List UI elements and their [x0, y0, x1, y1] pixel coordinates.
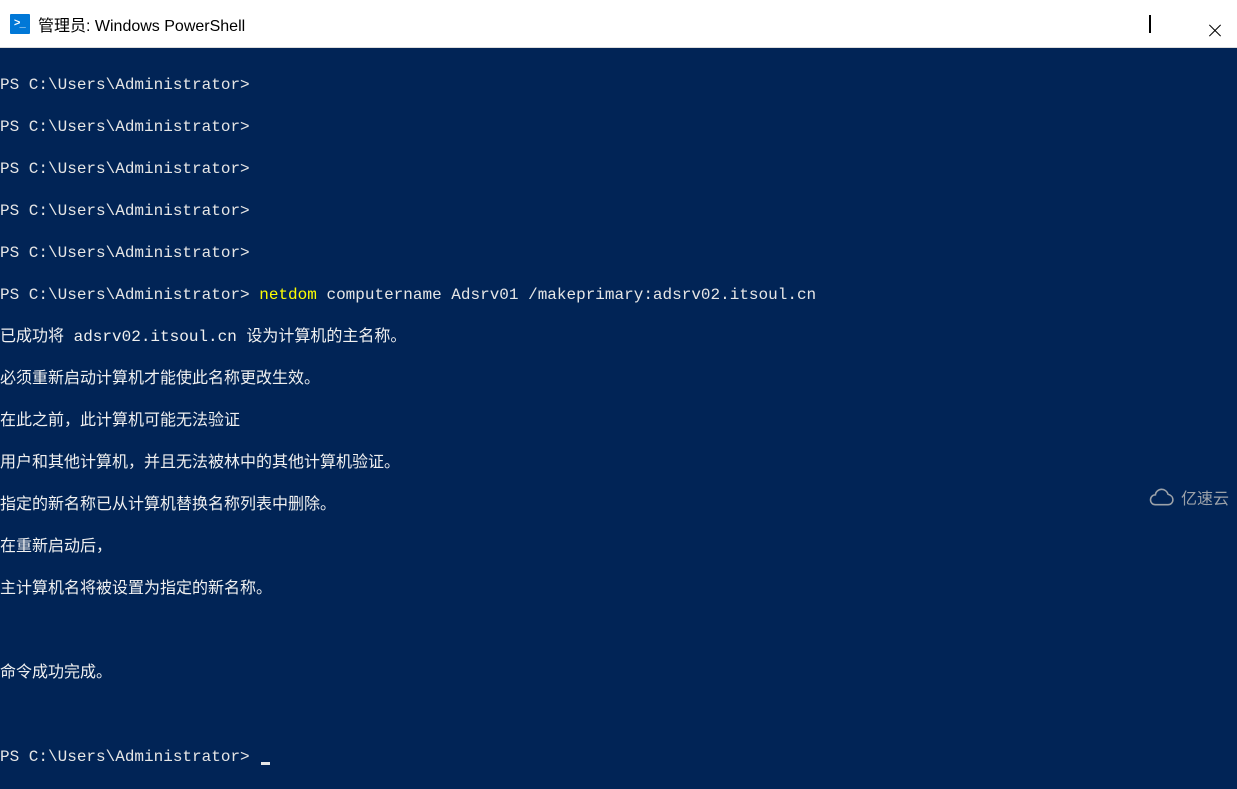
cursor	[261, 762, 270, 765]
watermark-text: 亿速云	[1181, 485, 1229, 509]
blank-line	[0, 621, 1237, 642]
prompt-line: PS C:\Users\Administrator>	[0, 75, 1237, 96]
minimize-button[interactable]	[1063, 0, 1121, 47]
command-line: PS C:\Users\Administrator> netdom comput…	[0, 285, 1237, 306]
final-prompt-line: PS C:\Users\Administrator>	[0, 747, 1237, 768]
powershell-icon-text: >_	[14, 18, 27, 29]
watermark: 亿速云	[1147, 485, 1229, 509]
prompt-line: PS C:\Users\Administrator>	[0, 159, 1237, 180]
prompt-line: PS C:\Users\Administrator>	[0, 117, 1237, 138]
powershell-icon: >_	[10, 14, 30, 34]
window-title: 管理员: Windows PowerShell	[38, 12, 245, 36]
terminal-content[interactable]: PS C:\Users\Administrator> PS C:\Users\A…	[0, 48, 1237, 789]
close-button[interactable]	[1179, 0, 1237, 47]
output-line: 用户和其他计算机，并且无法被林中的其他计算机验证。	[0, 453, 1237, 474]
blank-line	[0, 705, 1237, 726]
output-line: 必须重新启动计算机才能使此名称更改生效。	[0, 369, 1237, 390]
window-controls	[1063, 0, 1237, 47]
window-titlebar: >_ 管理员: Windows PowerShell	[0, 0, 1237, 48]
titlebar-left: >_ 管理员: Windows PowerShell	[0, 12, 245, 36]
command-args: computername Adsrv01 /makeprimary:adsrv0…	[317, 286, 816, 304]
cloud-icon	[1147, 488, 1175, 506]
prompt-line: PS C:\Users\Administrator>	[0, 201, 1237, 222]
output-line: 主计算机名将被设置为指定的新名称。	[0, 579, 1237, 600]
success-line: 命令成功完成。	[0, 663, 1237, 684]
output-line: 在重新启动后，	[0, 537, 1237, 558]
final-prompt: PS C:\Users\Administrator>	[0, 748, 259, 766]
output-line: 已成功将 adsrv02.itsoul.cn 设为计算机的主名称。	[0, 327, 1237, 348]
output-line: 在此之前，此计算机可能无法验证	[0, 411, 1237, 432]
command-prompt: PS C:\Users\Administrator>	[0, 286, 259, 304]
maximize-icon	[1149, 16, 1151, 32]
maximize-button[interactable]	[1121, 0, 1179, 47]
prompt-line: PS C:\Users\Administrator>	[0, 243, 1237, 264]
output-line: 指定的新名称已从计算机替换名称列表中删除。	[0, 495, 1237, 516]
command-keyword: netdom	[259, 286, 317, 304]
